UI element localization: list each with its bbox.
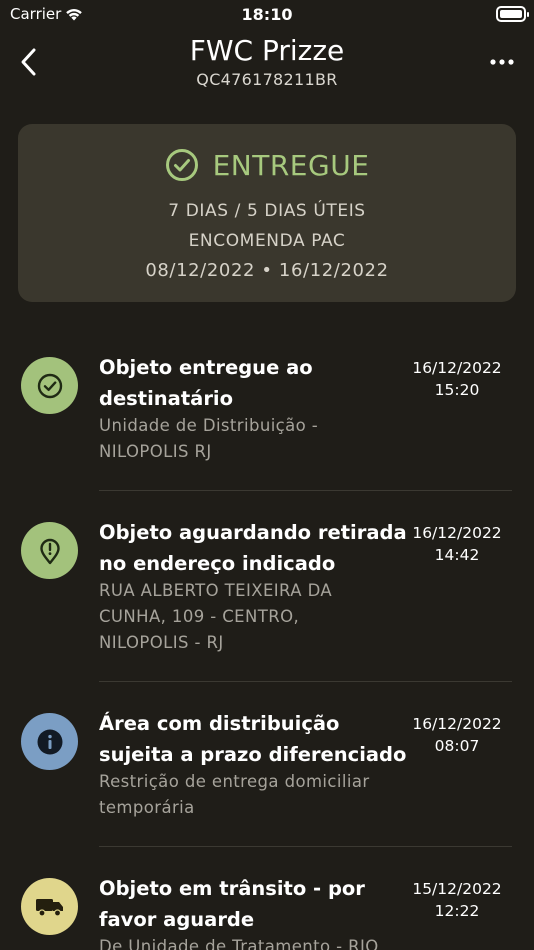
divider: [99, 681, 512, 682]
clock: 18:10: [241, 5, 293, 24]
event-time: 14:42: [434, 546, 480, 564]
date-range: 08/12/2022 • 16/12/2022: [145, 260, 389, 281]
event-title: Objeto em trânsito - por favor aguarde: [99, 877, 365, 931]
truck-icon: [35, 898, 63, 917]
battery-icon: [496, 6, 529, 22]
event-title: Objeto aguardando retirada no endereço i…: [99, 521, 407, 575]
event-time: 08:07: [434, 737, 480, 755]
divider: [99, 490, 512, 491]
event-date: 16/12/2022: [412, 524, 502, 542]
divider: [99, 846, 512, 847]
delivery-status: ENTREGUE: [18, 148, 516, 182]
event-location: RUA ALBERTO TEIXEIRA DA CUNHA, 109 - CEN…: [99, 581, 333, 652]
check-circle-icon: [165, 149, 198, 181]
event-icon: [21, 878, 78, 935]
tracking-event: Objeto em trânsito - por favor aguarde D…: [0, 869, 534, 950]
tracking-event: Objeto entregue ao destinatário Unidade …: [0, 348, 534, 491]
event-date: 16/12/2022: [412, 715, 502, 733]
event-location: Unidade de Distribuição - NILOPOLIS RJ: [99, 416, 319, 461]
ellipsis-icon: [490, 59, 514, 65]
location-alert-icon: [39, 538, 60, 564]
info-icon: [37, 729, 62, 754]
event-time: 15:20: [434, 381, 480, 399]
event-date: 16/12/2022: [412, 359, 502, 377]
delivery-duration: 7 DIAS / 5 DIAS ÚTEIS: [168, 201, 366, 221]
tracking-event: Área com distribuição sujeita a prazo di…: [0, 704, 534, 847]
page-title: FWC Prizze: [189, 34, 345, 67]
delivery-summary-card: ENTREGUE 7 DIAS / 5 DIAS ÚTEIS ENCOMENDA…: [18, 124, 516, 302]
event-icon: [21, 357, 78, 414]
event-icon: [21, 522, 78, 579]
status-label: ENTREGUE: [212, 148, 370, 182]
event-title: Área com distribuição sujeita a prazo di…: [99, 712, 407, 766]
tracking-event: Objeto aguardando retirada no endereço i…: [0, 513, 534, 682]
service-type: ENCOMENDA PAC: [188, 231, 346, 251]
event-time: 12:22: [434, 902, 480, 920]
more-button[interactable]: [488, 52, 516, 72]
event-location: Restrição de entrega domiciliar temporár…: [99, 772, 370, 817]
event-title: Objeto entregue ao destinatário: [99, 356, 313, 410]
event-date: 15/12/2022: [412, 880, 502, 898]
status-bar: Carrier 18:10: [0, 0, 534, 30]
check-circle-icon: [37, 373, 62, 398]
event-location: De Unidade de Tratamento - RIO: [99, 937, 379, 950]
tracking-code: QC476178211BR: [196, 70, 338, 89]
event-icon: [21, 713, 78, 770]
